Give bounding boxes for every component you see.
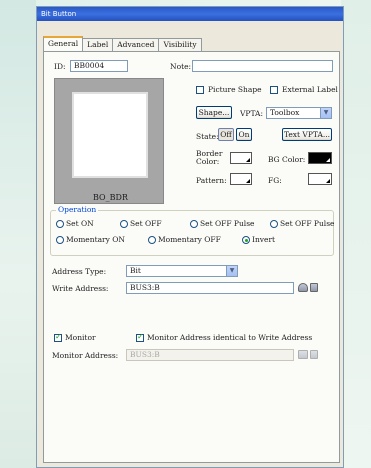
write-address-label: Write Address:	[52, 284, 109, 293]
address-type-select[interactable]: Bit ▼	[126, 265, 238, 277]
fg-color-picker[interactable]	[308, 173, 332, 185]
tab-general[interactable]: General	[43, 36, 84, 51]
monitor-keypad-icon	[310, 350, 318, 359]
chevron-down-icon: ▼	[226, 266, 237, 276]
radio-label: Set OFF Pulse	[200, 219, 255, 228]
border-color-label: Border Color:	[196, 149, 223, 166]
radio-set-off-pulse-2[interactable]	[270, 220, 278, 228]
radio-momentary-off[interactable]	[148, 236, 156, 244]
pattern-label: Pattern:	[196, 176, 227, 185]
general-panel: ID: BB0004 Note: BO_BDR Picture Shape Ex…	[43, 51, 340, 463]
title-bar: Bit Button	[37, 7, 343, 21]
state-label: State:	[196, 132, 219, 141]
tab-advanced[interactable]: Advanced	[112, 38, 160, 51]
radio-set-off-pulse[interactable]	[190, 220, 198, 228]
window-title: Bit Button	[41, 10, 77, 18]
monitor-database-icon	[298, 350, 308, 359]
id-field[interactable]: BB0004	[70, 60, 128, 72]
radio-invert[interactable]	[242, 236, 250, 244]
operation-group	[50, 210, 334, 256]
dropdown-arrow-icon	[326, 179, 330, 183]
radio-label: Set OFF	[130, 219, 162, 228]
radio-label: Momentary ON	[66, 235, 125, 244]
dropdown-arrow-icon	[246, 179, 250, 183]
address-database-icon[interactable]	[298, 283, 308, 292]
dialog-window: Bit Button General Label Advanced Visibi…	[36, 6, 344, 468]
pattern-picker[interactable]	[230, 173, 252, 185]
dropdown-arrow-icon	[326, 158, 330, 162]
radio-momentary-on[interactable]	[56, 236, 64, 244]
bg-color-label: BG Color:	[268, 155, 306, 164]
vpta-select[interactable]: Toolbox ▼	[266, 107, 332, 119]
button-preview: BO_BDR	[54, 78, 164, 204]
tab-visibility[interactable]: Visibility	[158, 38, 202, 51]
monitor-label: Monitor	[65, 333, 96, 342]
note-field[interactable]	[192, 60, 333, 72]
external-label-label: External Label	[282, 85, 338, 94]
text-vpta-button[interactable]: Text VPTA...	[282, 128, 332, 141]
radio-label: Set ON	[66, 219, 94, 228]
state-on-button[interactable]: On	[236, 128, 252, 141]
radio-label: Momentary OFF	[158, 235, 221, 244]
radio-label: Invert	[252, 235, 276, 244]
picture-shape-label: Picture Shape	[208, 85, 262, 94]
monitor-identical-label: Monitor Address identical to Write Addre…	[147, 333, 313, 342]
monitor-checkbox[interactable]	[54, 332, 62, 342]
border-color-picker[interactable]	[230, 152, 252, 164]
monitor-address-field[interactable]: BUS3:B	[126, 349, 294, 361]
background-left-strip	[0, 0, 36, 468]
monitor-address-label: Monitor Address:	[52, 351, 119, 360]
dropdown-arrow-icon	[246, 158, 250, 162]
operation-group-title: Operation	[56, 205, 99, 214]
radio-set-on[interactable]	[56, 220, 64, 228]
preview-face	[72, 92, 148, 178]
vpta-value: Toolbox	[270, 108, 300, 117]
radio-set-off[interactable]	[120, 220, 128, 228]
preview-caption: BO_BDR	[93, 193, 128, 202]
tab-label[interactable]: Label	[82, 38, 114, 51]
external-label-checkbox[interactable]	[270, 86, 278, 94]
fg-label: FG:	[268, 176, 282, 185]
address-type-value: Bit	[130, 266, 141, 275]
vpta-label: VPTA:	[240, 109, 263, 118]
write-address-field[interactable]: BUS3:B	[126, 282, 294, 294]
state-off-button[interactable]: Off	[218, 128, 234, 141]
picture-shape-checkbox[interactable]	[196, 86, 204, 94]
id-label: ID:	[54, 62, 66, 71]
monitor-identical-checkbox[interactable]	[136, 332, 144, 342]
radio-label: Set OFF Pulse	[280, 219, 335, 228]
background-right-strip	[341, 0, 371, 468]
shape-button[interactable]: Shape...	[196, 106, 232, 119]
bg-color-picker[interactable]	[308, 152, 332, 164]
note-label: Note:	[170, 62, 192, 71]
address-keypad-icon[interactable]	[310, 283, 318, 292]
chevron-down-icon: ▼	[320, 108, 331, 118]
tab-strip: General Label Advanced Visibility	[43, 36, 202, 51]
address-type-label: Address Type:	[52, 267, 107, 276]
